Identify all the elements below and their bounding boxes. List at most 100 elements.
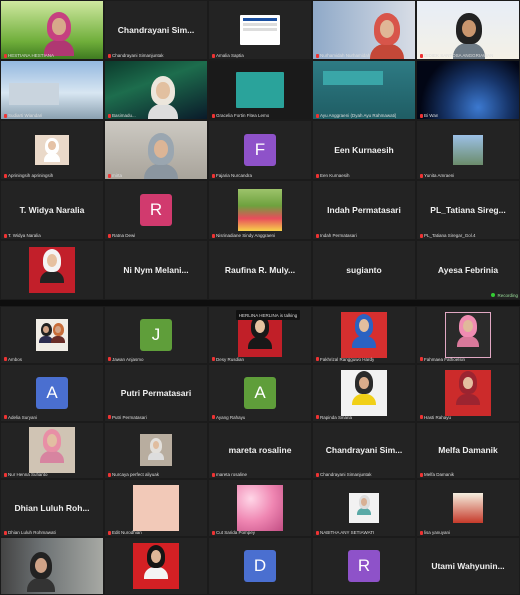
participant-tile[interactable] xyxy=(1,241,103,299)
participant-display-name: sugianto xyxy=(346,265,382,275)
participant-tile[interactable]: Melfa Damanik Melfa Damanik xyxy=(417,422,519,479)
participant-tile[interactable]: T. Widya Naralia T. Widya Naralia xyxy=(1,181,103,239)
participant-tile[interactable]: J Jawan Anjasmo xyxy=(105,307,207,363)
participant-tile[interactable]: Sudiarti Wiandari xyxy=(1,61,103,119)
participant-tile[interactable]: Nisrinadiane Sindy Anggraeni xyxy=(209,181,311,239)
shoulders xyxy=(40,451,64,464)
participant-label: Ayang Rahayu xyxy=(212,415,245,420)
participant-tile[interactable]: Ni Nym Melani... xyxy=(105,241,207,299)
participant-tile[interactable]: R Ratna Dewi xyxy=(105,181,207,239)
participant-tile[interactable]: Dhian Luluh Roh... Dhian Luluh Rohmawati xyxy=(1,480,103,537)
participant-tile[interactable]: Chandrayani Sim... Chandrayani Simanjunta… xyxy=(313,422,415,479)
profile-picture xyxy=(349,493,379,524)
shoulders xyxy=(352,335,376,348)
participant-tile[interactable]: Yunita Amraeni xyxy=(417,121,519,179)
participant-label: Indah Permatasari xyxy=(316,233,357,238)
participant-tile[interactable]: F Fajaria Nurcandra xyxy=(209,121,311,179)
muted-mic-icon xyxy=(4,53,7,58)
participant-tile[interactable]: D xyxy=(209,538,311,594)
participant-name: mirta xyxy=(112,173,122,178)
participant-tile[interactable]: Gracelia Fortin Fitea Lemo xyxy=(209,61,311,119)
participant-tile[interactable]: Utami Wahyunin... xyxy=(417,538,519,594)
participant-tile[interactable]: sugianto xyxy=(313,241,415,299)
person-figure xyxy=(27,552,55,593)
participant-tile[interactable] xyxy=(1,538,103,594)
participant-tile[interactable]: A Ayang Rahayu xyxy=(209,364,311,421)
participant-tile[interactable]: Amalia Saptia xyxy=(209,1,311,59)
participant-name: Chandrayani Simanjuntak xyxy=(112,53,164,58)
participant-tile[interactable] xyxy=(105,538,207,594)
face xyxy=(358,318,370,332)
muted-mic-icon xyxy=(108,173,111,178)
participant-label: Jawan Anjasmo xyxy=(108,357,144,362)
participant-tile[interactable]: Ayu Anggraeni (Dyah Ayu Rahmawati) xyxy=(313,61,415,119)
person-figure xyxy=(144,544,168,579)
person-figure xyxy=(144,132,178,179)
participant-tile[interactable]: mirta xyxy=(105,121,207,179)
participant-tile[interactable]: Fakhrizal Rangguwo Hardy xyxy=(313,307,415,363)
profile-picture xyxy=(341,311,387,358)
participant-tile[interactable]: Chandrayani Sim... Chandrayani Simanjunta… xyxy=(105,1,207,59)
participant-tile[interactable]: Een Kurnaesih Een Kurnaesih xyxy=(313,121,415,179)
participant-tile[interactable]: Putri Permatasari Putri Permatasari xyxy=(105,364,207,421)
participant-tile[interactable]: Rapinda Sinaria xyxy=(313,364,415,421)
muted-mic-icon xyxy=(212,415,215,420)
profile-picture xyxy=(445,311,491,358)
bottom-participant-grid: Ambos J Jawan Anjasmo Desy Rusdian Fakhrizal… xyxy=(0,306,520,595)
avatar-initial: R xyxy=(140,194,172,226)
record-dot-icon xyxy=(491,293,496,297)
shoulders xyxy=(456,393,480,406)
participant-tile[interactable]: Basimadu... xyxy=(105,61,207,119)
participant-tile[interactable]: lisa yanuyani xyxy=(417,480,519,537)
face xyxy=(153,139,169,158)
shared-slide-thumbnail xyxy=(240,15,280,45)
participant-label: Dhian Luluh Rohmawati xyxy=(4,530,56,535)
participant-tile[interactable]: Ambos xyxy=(1,307,103,363)
participant-tile[interactable]: DIDIEK SANTOSA ANGGRIAWAN xyxy=(417,1,519,59)
muted-mic-icon xyxy=(420,53,423,58)
participant-name: Yunita Amraeni xyxy=(424,173,455,178)
shoulders xyxy=(148,452,164,460)
participant-tile[interactable]: Fahmaea Fathoelsin xyxy=(417,307,519,363)
participant-tile[interactable]: Bi Wan xyxy=(417,61,519,119)
recording-status-label: Recording xyxy=(497,293,518,298)
participant-name: Cut Sarida Pompey xyxy=(216,530,256,536)
participant-tile[interactable]: HESTIANA HESTIANA xyxy=(1,1,103,59)
participant-label: Rapinda Sinaria xyxy=(316,415,352,420)
participant-name: Amalia Saptia xyxy=(216,53,244,58)
face xyxy=(156,82,170,99)
participant-tile[interactable]: Cut Sarida Pompey xyxy=(209,480,311,537)
participant-tile[interactable]: Apriningsih apriningsih xyxy=(1,121,103,179)
participant-label: Bi Wan xyxy=(420,113,438,118)
face xyxy=(150,549,162,563)
participant-label: DIDIEK SANTOSA ANGGRIAWAN xyxy=(420,53,493,58)
participant-tile[interactable]: Nurcaya perfect aliyuak xyxy=(105,422,207,479)
participant-tile[interactable]: R xyxy=(313,538,415,594)
participant-tile[interactable]: Edit Nurodhian xyxy=(105,480,207,537)
participant-label: Nur Henna Sufianto xyxy=(4,472,48,477)
participant-tile[interactable]: NABITHA ANY SETIAWATI xyxy=(313,480,415,537)
participant-display-name: Dhian Luluh Roh... xyxy=(14,503,90,514)
shoulders xyxy=(370,43,404,59)
participant-tile[interactable]: Ayesa Febrinia xyxy=(417,241,519,299)
participant-tile[interactable]: Indah Permatasari Indah Permatasari xyxy=(313,181,415,239)
participant-label: Ambos xyxy=(4,357,22,362)
profile-picture xyxy=(453,135,483,165)
participant-tile[interactable]: Raufina R. Muly... xyxy=(209,241,311,299)
participant-tile[interactable]: Nur Henna Sufianto xyxy=(1,422,103,479)
participant-tile[interactable]: A Adelia Suryani xyxy=(1,364,103,421)
profile-picture xyxy=(445,369,491,416)
participant-tile[interactable]: Nurhamidah Nurhamidah xyxy=(313,1,415,59)
muted-mic-icon xyxy=(108,415,111,420)
participant-tile[interactable]: Hasti Rahayu xyxy=(417,364,519,421)
avatar-initial: A xyxy=(244,376,276,409)
participant-tile[interactable]: mareta rosaline mareta rosaline xyxy=(209,422,311,479)
top-participant-grid: HESTIANA HESTIANA Chandrayani Sim... Chand… xyxy=(0,0,520,300)
person-figure xyxy=(148,437,164,460)
muted-mic-icon xyxy=(4,113,7,118)
participant-display-name: Indah Permatasari xyxy=(327,205,401,215)
participant-label: Edit Nurodhian xyxy=(108,530,142,535)
participant-name: Ayu Anggraeni (Dyah Ayu Rahmawati) xyxy=(320,113,397,118)
participant-tile[interactable]: PL_Tatiana Sireg... PL_Tatiana Siregar_Go… xyxy=(417,181,519,239)
participant-display-name: Putri Permatasari xyxy=(120,387,192,398)
